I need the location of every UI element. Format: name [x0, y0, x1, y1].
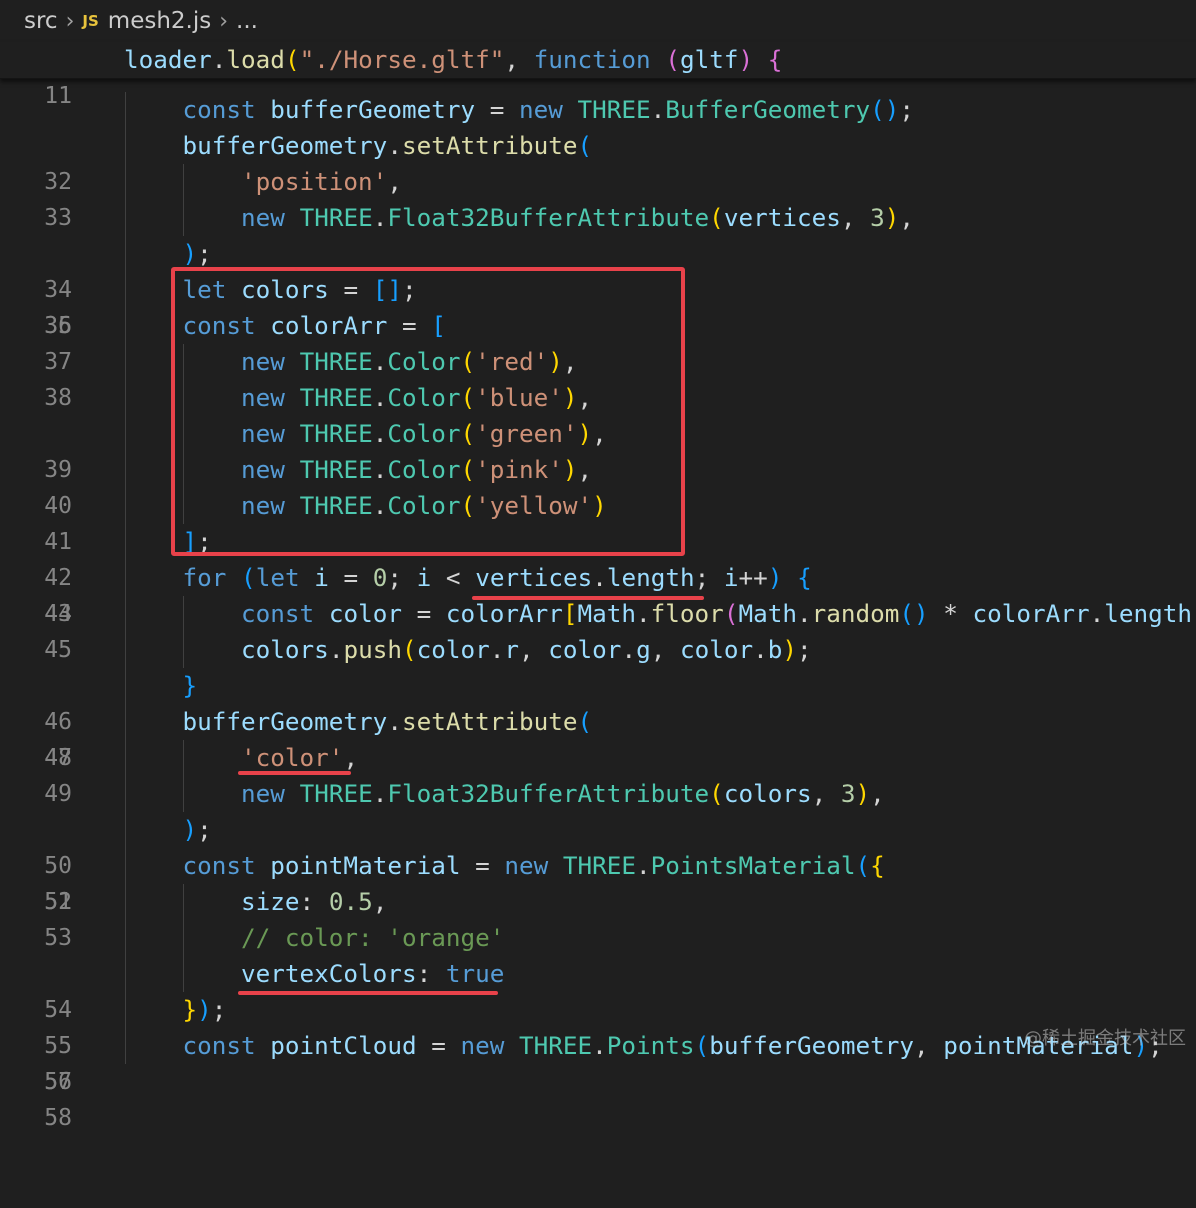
code-line[interactable]: 34 'position',: [0, 164, 1196, 303]
code-text: );: [182, 815, 212, 844]
annotation-highlight-box: [171, 267, 685, 556]
code-text: new THREE.Float32BufferAttribute(colors,…: [241, 779, 885, 808]
code-line[interactable]: 46 const color = colorArr[Math.floor(Mat…: [0, 596, 1196, 735]
sticky-scroll-header[interactable]: 11 loader.load("./Horse.gltf", function …: [0, 42, 1196, 109]
code-line[interactable]: 32 const bufferGeometry = new THREE.Buff…: [0, 92, 1196, 195]
code-text: 'position',: [241, 167, 402, 196]
code-text: bufferGeometry.setAttribute(: [182, 707, 593, 736]
code-line[interactable]: 35 new THREE.Float32BufferAttribute(vert…: [0, 200, 1196, 339]
code-line[interactable]: 49 bufferGeometry.setAttribute(: [0, 704, 1196, 807]
watermark: @稀土掘金技术社区: [1024, 1028, 1186, 1049]
code-line[interactable]: 58 const pointCloud = new THREE.Points(b…: [0, 1028, 1196, 1131]
code-text: const color = colorArr[Math.floor(Math.r…: [241, 599, 1196, 628]
line-number: 58: [44, 1105, 72, 1131]
breadcrumb-symbol[interactable]: ...: [236, 8, 258, 34]
code-text: const pointMaterial = new THREE.PointsMa…: [182, 851, 885, 880]
code-line[interactable]: 56 vertexColors: true: [0, 956, 1196, 1095]
code-text: vertexColors: true: [241, 959, 505, 988]
code-line[interactable]: 33 bufferGeometry.setAttribute(: [0, 128, 1196, 231]
breadcrumb-folder[interactable]: src: [24, 8, 58, 34]
code-line[interactable]: 11 loader.load("./Horse.gltf", function …: [0, 42, 1196, 109]
annotation-underline: [238, 991, 498, 995]
code-text: bufferGeometry.setAttribute(: [182, 131, 593, 160]
code-text: const bufferGeometry = new THREE.BufferG…: [182, 95, 914, 124]
code-line[interactable]: 54 size: 0.5,: [0, 884, 1196, 1023]
code-text: colors.push(color.r, color.g, color.b);: [241, 635, 812, 664]
code-text: const pointCloud = new THREE.Points(buff…: [182, 1031, 1163, 1060]
code-line[interactable]: 50 'color',: [0, 740, 1196, 879]
code-text: // color: 'orange': [241, 923, 505, 952]
code-text: for (let i = 0; i < vertices.length; i++…: [182, 563, 812, 592]
code-line[interactable]: 55 // color: 'orange': [0, 920, 1196, 1059]
line-number: 11: [44, 83, 72, 109]
code-text: loader.load("./Horse.gltf", function (gl…: [124, 45, 783, 74]
code-line[interactable]: 45 for (let i = 0; i < vertices.length; …: [0, 560, 1196, 663]
chevron-right-icon: ›: [219, 8, 229, 34]
javascript-file-icon: JS: [82, 12, 99, 30]
annotation-underline: [472, 596, 704, 600]
chevron-right-icon: ›: [65, 8, 75, 34]
annotation-underline: [238, 771, 351, 775]
code-text: }: [182, 671, 198, 700]
code-text: size: 0.5,: [241, 887, 388, 916]
code-line[interactable]: 48 }: [0, 668, 1196, 771]
code-editor[interactable]: 32 const bufferGeometry = new THREE.Buff…: [0, 92, 1196, 1131]
breadcrumb: src › JS mesh2.js › ...: [0, 0, 1196, 42]
code-line[interactable]: 51 new THREE.Float32BufferAttribute(colo…: [0, 776, 1196, 915]
code-line[interactable]: 53 const pointMaterial = new THREE.Point…: [0, 848, 1196, 951]
code-line[interactable]: 52 );: [0, 812, 1196, 915]
code-text: });: [182, 995, 227, 1024]
code-text: new THREE.Float32BufferAttribute(vertice…: [241, 203, 915, 232]
code-line[interactable]: 47 colors.push(color.r, color.g, color.b…: [0, 632, 1196, 771]
breadcrumb-file[interactable]: mesh2.js: [108, 8, 211, 34]
code-line[interactable]: 57 });: [0, 992, 1196, 1095]
